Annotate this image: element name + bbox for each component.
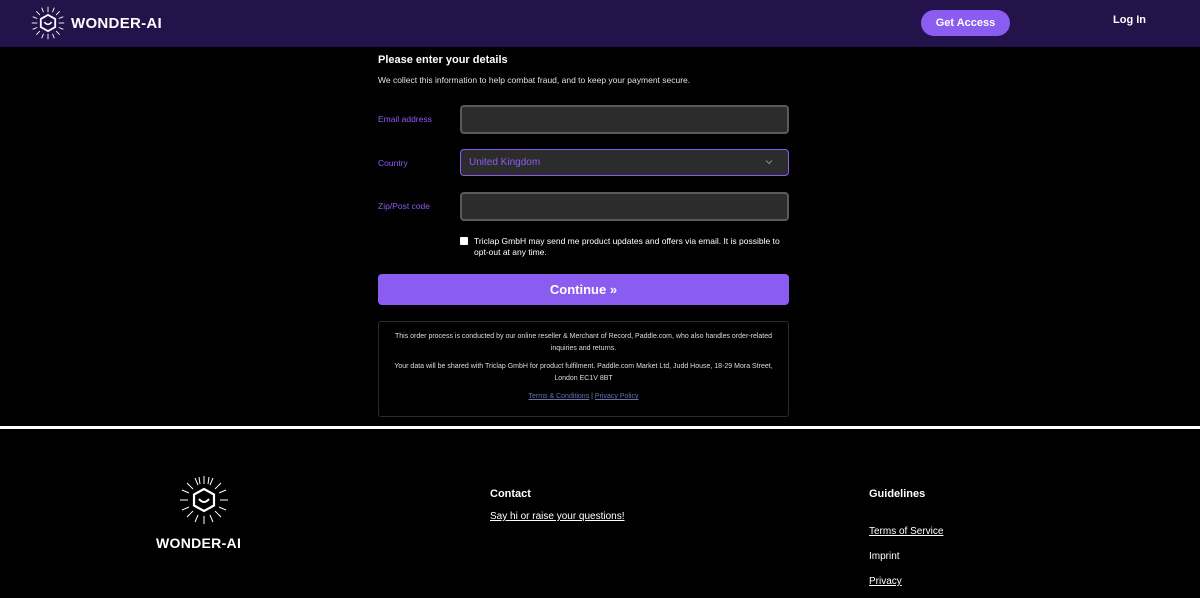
contact-heading: Contact (490, 488, 531, 500)
footer-logo-icon (180, 476, 228, 524)
form-title: Please enter your details (378, 54, 508, 66)
logo-icon (31, 6, 65, 40)
terms-of-service-link[interactable]: Terms of Service (869, 526, 943, 537)
form-subtitle: We collect this information to help comb… (378, 75, 691, 85)
get-access-button[interactable]: Get Access (921, 10, 1010, 36)
notice-paragraph-2: Your data will be shared with Triclap Gm… (394, 363, 773, 382)
merchant-notice: This order process is conducted by our o… (378, 321, 789, 417)
guidelines-heading: Guidelines (869, 488, 926, 500)
country-select[interactable]: United Kingdom (460, 149, 789, 176)
email-field[interactable] (460, 105, 789, 134)
chevron-down-icon (765, 160, 773, 165)
consent-text: Triclap GmbH may send me product updates… (474, 236, 780, 257)
privacy-link[interactable]: Privacy (869, 576, 902, 587)
login-link[interactable]: Log In (1113, 14, 1146, 26)
privacy-policy-link[interactable]: Privacy Policy (595, 393, 639, 400)
email-label: Email address (378, 114, 432, 124)
consent-row: Triclap GmbH may send me product updates… (460, 236, 790, 258)
brand-name: WONDER-AI (71, 14, 163, 32)
continue-button[interactable]: Continue » (378, 274, 789, 305)
top-navbar: WONDER-AI Get Access Log In (0, 0, 1200, 47)
footer-brand-name: WONDER-AI (156, 535, 242, 551)
imprint-link[interactable]: Imprint (869, 551, 900, 562)
consent-checkbox[interactable] (460, 237, 468, 245)
terms-conditions-link[interactable]: Terms & Conditions (529, 393, 590, 400)
country-label: Country (378, 158, 408, 168)
notice-links: Terms & Conditions | Privacy Policy (394, 391, 774, 403)
country-selected-value: United Kingdom (469, 157, 541, 168)
notice-paragraph-1: This order process is conducted by our o… (394, 333, 773, 352)
zip-label: Zip/Post code (378, 201, 430, 211)
brand-logo[interactable]: WONDER-AI (30, 5, 162, 41)
section-divider (0, 426, 1200, 429)
zip-field[interactable] (460, 192, 789, 221)
contact-link[interactable]: Say hi or raise your questions! (490, 511, 625, 522)
